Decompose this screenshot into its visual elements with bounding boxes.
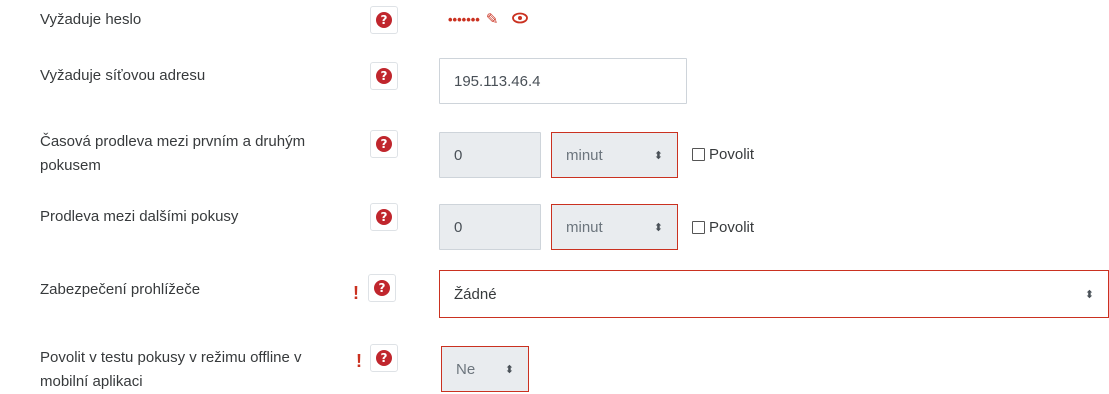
select-arrows-icon: ⬍ <box>653 220 663 234</box>
delay-first-enable-checkbox[interactable]: Povolit <box>692 146 754 163</box>
question-icon: ? <box>376 136 392 152</box>
require-network-label: Vyžaduje síťovou adresu <box>40 67 206 84</box>
offline-attempts-value: Ne <box>456 360 476 378</box>
help-button[interactable]: ? <box>370 130 398 158</box>
delay-first-label: Časová prodleva mezi prvním a druhým pok… <box>40 130 360 178</box>
question-icon: ? <box>376 209 392 225</box>
delay-later-number-input[interactable]: 0 <box>439 204 541 250</box>
pencil-icon[interactable]: ✎ <box>486 10 499 28</box>
advanced-indicator-icon: ! <box>356 351 362 371</box>
help-button[interactable]: ? <box>370 203 398 231</box>
delay-later-unit-select[interactable]: minut ⬍ <box>551 204 678 250</box>
help-button[interactable]: ? <box>368 274 396 302</box>
delay-later-label: Prodleva mezi dalšími pokusy <box>40 208 239 225</box>
delay-later-enable-checkbox[interactable]: Povolit <box>692 219 754 236</box>
checkbox-box[interactable] <box>692 148 705 161</box>
offline-attempts-select[interactable]: Ne ⬍ <box>441 346 529 392</box>
checkbox-box[interactable] <box>692 221 705 234</box>
network-address-input[interactable]: 195.113.46.4 <box>439 58 687 104</box>
password-mask: ••••••• <box>448 11 480 27</box>
browser-security-select[interactable]: Žádné ⬍ <box>439 270 1109 318</box>
advanced-indicator-icon: ! <box>353 283 359 303</box>
require-password-label: Vyžaduje heslo <box>40 11 142 28</box>
delay-later-unit-value: minut <box>566 218 603 236</box>
delay-first-label-line2: pokusem <box>40 157 101 174</box>
delay-first-unit-value: minut <box>566 146 603 164</box>
password-field[interactable]: ••••••• ✎ <box>448 10 529 28</box>
help-button[interactable]: ? <box>370 6 398 34</box>
question-icon: ? <box>376 12 392 28</box>
delay-later-enable-label: Povolit <box>709 219 755 236</box>
offline-attempts-label-line2: mobilní aplikaci <box>40 373 143 390</box>
browser-security-value: Žádné <box>454 285 497 303</box>
select-arrows-icon: ⬍ <box>653 148 663 162</box>
delay-first-label-line1: Časová prodleva mezi prvním a druhým <box>40 133 306 150</box>
delay-first-unit-select[interactable]: minut ⬍ <box>551 132 678 178</box>
help-button[interactable]: ? <box>370 62 398 90</box>
help-button[interactable]: ? <box>370 344 398 372</box>
eye-icon[interactable] <box>512 11 529 28</box>
browser-security-label: Zabezpečení prohlížeče <box>40 281 201 298</box>
question-icon: ? <box>376 68 392 84</box>
select-arrows-icon: ⬍ <box>1084 287 1094 301</box>
question-icon: ? <box>376 350 392 366</box>
delay-first-number-input[interactable]: 0 <box>439 132 541 178</box>
select-arrows-icon: ⬍ <box>504 362 514 376</box>
offline-attempts-label: Povolit v testu pokusy v režimu offline … <box>40 346 370 394</box>
offline-attempts-label-line1: Povolit v testu pokusy v režimu offline … <box>40 349 302 366</box>
question-icon: ? <box>374 280 390 296</box>
delay-first-enable-label: Povolit <box>709 146 755 163</box>
